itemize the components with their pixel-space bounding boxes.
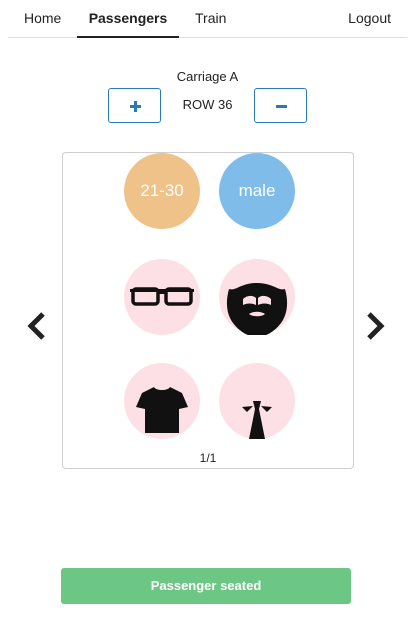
chevron-left-icon (27, 312, 45, 340)
beard-attribute[interactable] (219, 259, 295, 335)
tie-attribute[interactable] (219, 363, 295, 439)
carriage-title: Carriage A (176, 69, 239, 84)
tshirt-attribute[interactable] (124, 363, 200, 439)
nav-passengers[interactable]: Passengers (77, 0, 179, 38)
passenger-card: 21-30 male 1/1 (62, 152, 354, 469)
nav-home[interactable]: Home (24, 0, 61, 38)
tie-icon (242, 401, 272, 439)
gender-circle[interactable]: male (219, 153, 295, 229)
minus-icon (276, 105, 287, 108)
pager: 1/1 (199, 451, 217, 465)
glasses-attribute[interactable] (124, 259, 200, 335)
top-nav: Home Passengers Train Logout (8, 0, 407, 38)
nav-logout[interactable]: Logout (348, 0, 391, 38)
nav-train[interactable]: Train (195, 0, 226, 38)
gender-label: male (238, 181, 276, 200)
chevron-right-icon (367, 312, 385, 340)
beard-icon (226, 283, 288, 335)
next-arrow-button[interactable] (362, 306, 392, 346)
tshirt-icon (136, 387, 188, 433)
row-increment-button[interactable] (108, 88, 161, 123)
previous-arrow-button[interactable] (22, 306, 52, 346)
age-group-circle[interactable]: 21-30 (124, 153, 200, 229)
plus-icon-vertical (134, 101, 137, 112)
passenger-seated-button[interactable]: Passenger seated (61, 568, 351, 604)
row-decrement-button[interactable] (254, 88, 307, 123)
age-group-label: 21-30 (140, 181, 184, 200)
glasses-icon (130, 287, 194, 306)
row-label: ROW 36 (182, 97, 233, 112)
